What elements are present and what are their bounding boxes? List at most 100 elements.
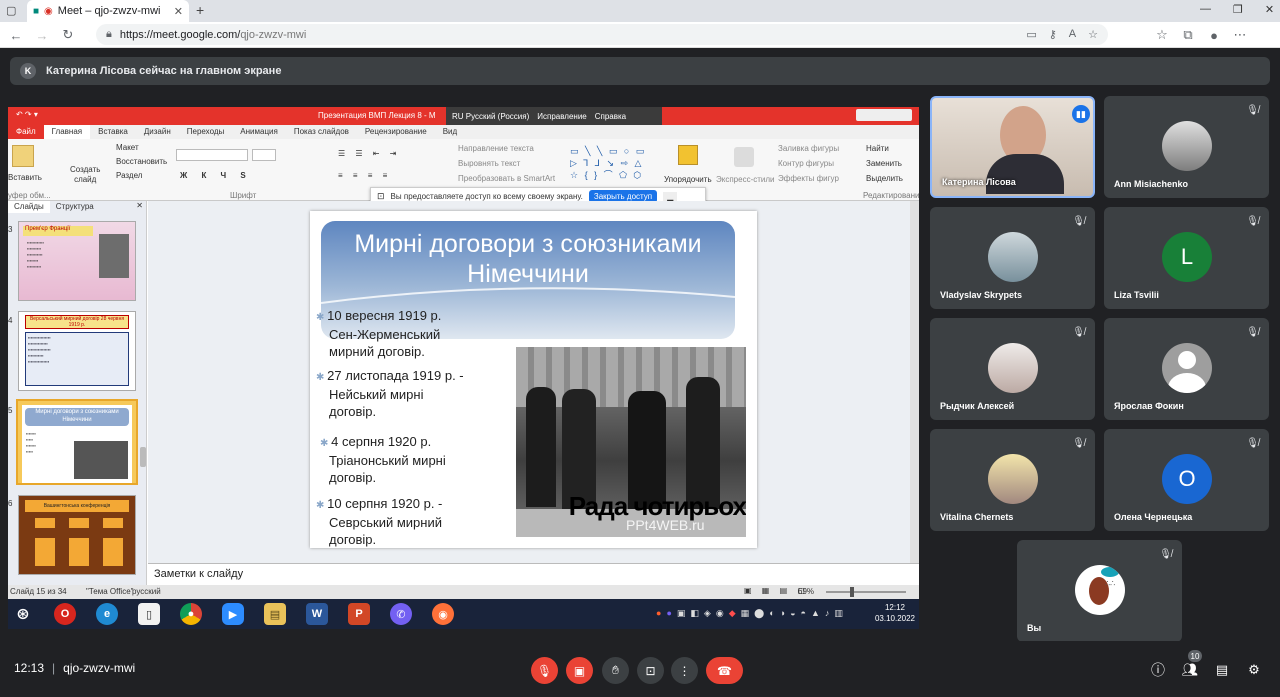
address-field[interactable]: 🔒︎ https://meet.google.com/qjo-zwzv-mwi … [96, 24, 1108, 45]
replace-button[interactable]: Заменить [866, 159, 902, 168]
taskbar-clock[interactable]: 12:12 03.10.2022 [874, 602, 916, 624]
restore-icon[interactable]: ❐ [1233, 3, 1243, 16]
participant-tile-speaking[interactable]: ▮▮ Катерина Лісова [930, 96, 1095, 198]
more-icon[interactable]: ⋯ [1230, 25, 1250, 45]
notes-field[interactable]: Заметки к слайду [148, 563, 919, 585]
mic-toggle-button[interactable]: 🎙︎ [531, 657, 558, 684]
zoom-level[interactable]: 69% [798, 587, 814, 596]
more-options-button[interactable]: ⋮ [671, 657, 698, 684]
tab-animation[interactable]: Анимация [232, 125, 286, 139]
camera-toggle-button[interactable]: ▣ [566, 657, 593, 684]
shape-outline-button[interactable]: Контур фигуры [778, 159, 834, 168]
minimize-notice-icon[interactable]: ▁ [663, 191, 678, 201]
smartart-button[interactable]: Преобразовать в SmartArt [458, 174, 555, 183]
participant-tile[interactable]: 🎙︎̸ Рыдчик Алексей [930, 318, 1095, 420]
powerpoint-icon[interactable]: P [348, 603, 370, 625]
explorer-icon[interactable]: ▤ [264, 603, 286, 625]
shape-effects-button[interactable]: Эффекты фигур [778, 174, 839, 183]
paragraph-icons[interactable]: ☰ ☰ ⇤ ⇥ [338, 149, 400, 158]
pane-scrollbar[interactable] [140, 447, 146, 467]
read-aloud-icon[interactable]: A [1069, 28, 1076, 41]
text-direction-button[interactable]: Направление текста [458, 144, 534, 153]
section-button[interactable]: Раздел [116, 171, 142, 180]
edge-icon[interactable]: e [96, 603, 118, 625]
profile-icon[interactable]: ● [1204, 25, 1224, 45]
people-icon[interactable]: 👥︎ [1180, 660, 1200, 680]
meeting-info-icon[interactable]: ⓘ [1148, 660, 1168, 680]
pane-close-icon[interactable]: ✕ [136, 201, 147, 213]
slides-tab[interactable]: Слайды [8, 201, 50, 213]
firefox-icon[interactable]: ◉ [432, 603, 454, 625]
font-format-icons[interactable]: Ж К Ч S [180, 171, 252, 180]
layout-button[interactable]: Макет [116, 143, 139, 152]
forward-icon[interactable]: → [32, 25, 52, 45]
tab-actions-icon[interactable]: ▢ [6, 4, 16, 17]
slide-thumbnail-4[interactable]: Версальський мирний договір 28 червня 19… [18, 311, 136, 391]
zoom-slider-handle[interactable] [850, 587, 854, 597]
back-icon[interactable]: ← [6, 25, 26, 45]
font-name-field[interactable] [176, 149, 248, 161]
tab-home[interactable]: Главная [43, 125, 91, 139]
participant-tile[interactable]: 🎙︎̸ O Олена Чернецька [1104, 429, 1269, 531]
participant-tile[interactable]: 🎙︎̸ Ярослав Фокин [1104, 318, 1269, 420]
viber-icon[interactable]: ✆ [390, 603, 412, 625]
align-icons[interactable]: ≡ ≡ ≡ ≡ [338, 171, 391, 180]
participant-tile[interactable]: 🎙︎̸ Ann Misiachenko [1104, 96, 1269, 198]
find-button[interactable]: Найти [866, 144, 889, 153]
tab-review[interactable]: Рецензирование [357, 125, 435, 139]
select-button[interactable]: Выделить [866, 174, 903, 183]
participant-tile[interactable]: 🎙︎̸ Vladyslav Skrypets [930, 207, 1095, 309]
workarea-scrollbar[interactable] [910, 201, 919, 563]
chat-icon[interactable]: ▤ [1212, 660, 1232, 680]
collections-icon[interactable]: ⧉ [1178, 25, 1198, 45]
quick-access-icons[interactable]: ↶ ↷ ▾ [16, 110, 38, 119]
raise-hand-button[interactable]: ✋︎ [602, 657, 629, 684]
favorites-icon[interactable]: ☆ [1152, 25, 1172, 45]
activities-icon[interactable]: ⚙︎ [1244, 660, 1264, 680]
present-button[interactable]: ⊡ [637, 657, 664, 684]
language-indicator[interactable]: RU Русский (Россия) [452, 112, 529, 121]
shape-fill-button[interactable]: Заливка фигуры [778, 144, 839, 153]
new-tab-button[interactable]: + [196, 2, 204, 18]
help-button[interactable]: Справка [595, 112, 626, 121]
file-icon[interactable]: ▯ [138, 603, 160, 625]
fix-button[interactable]: Исправление [537, 112, 587, 121]
key-icon[interactable]: ⚷ [1049, 28, 1057, 41]
reset-button[interactable]: Восстановить [116, 157, 167, 166]
align-text-button[interactable]: Выровнять текст [458, 159, 520, 168]
leave-call-button[interactable]: ☎︎ [706, 657, 743, 684]
tab-transitions[interactable]: Переходы [179, 125, 233, 139]
tray-icons[interactable]: ● ● ▣ ◧ ◈ ◉ ◆ ▦ ⬤ ◐ ◑ ◒ ◓ ▲ ♪ ▥ [656, 608, 843, 619]
paste-button[interactable]: Вставить [8, 173, 42, 182]
word-icon[interactable]: W [306, 603, 328, 625]
tab-file[interactable]: Файл [8, 125, 44, 139]
participant-tile[interactable]: 🎙︎̸ Vitalina Chernets [930, 429, 1095, 531]
quick-styles-button[interactable]: Экспресс-стили [716, 175, 775, 184]
chrome-icon[interactable]: ● [180, 603, 202, 625]
participant-tile[interactable]: 🎙︎̸ L Liza Tsvilii [1104, 207, 1269, 309]
shapes-gallery[interactable]: ▭ ╲ ╲ ▭ ○ ▭ ▷ ⅂ ⅃ ↘ ⇨ △ ☆ { } ⌒ ⬠ ⬡ [570, 145, 662, 181]
tab-view[interactable]: Вид [435, 125, 465, 139]
arrange-button[interactable]: Упорядочить [664, 175, 712, 184]
close-window-icon[interactable]: ✕ [1265, 3, 1274, 16]
tab-slideshow[interactable]: Показ слайдов [286, 125, 357, 139]
zoom-slider[interactable] [826, 591, 906, 593]
slide-thumbnail-6[interactable]: Вашингтонська конференція [18, 495, 136, 575]
participant-tile-self[interactable]: 🎙︎̸ ∴∴ Вы [1017, 540, 1182, 642]
opera-icon[interactable]: O [54, 603, 76, 625]
outline-tab[interactable]: Структура [50, 201, 100, 213]
tab-insert[interactable]: Вставка [90, 125, 136, 139]
tab-design[interactable]: Дизайн [136, 125, 179, 139]
zoom-app-icon[interactable]: ▶ [222, 603, 244, 625]
browser-tab[interactable]: ■ ◉ Meet – qjo-zwzv-mwi ✕ [27, 0, 189, 22]
font-size-field[interactable] [252, 149, 276, 161]
slide-thumbnail-3[interactable]: Прем'єр Франції ▪▪▪▪▪▪▪▪▪▪▪▪ ▪▪▪▪▪▪▪▪▪▪ ▪▪… [18, 221, 136, 301]
tab-close-icon[interactable]: ✕ [174, 5, 183, 18]
star-icon[interactable]: ☆ [1088, 28, 1098, 41]
minimize-icon[interactable]: — [1200, 3, 1211, 16]
reload-icon[interactable]: ↻ [58, 25, 78, 45]
slide-thumbnail-5-selected[interactable]: Мирні договори з союзниками Німеччини ▪▪… [16, 399, 138, 485]
camera-permission-icon[interactable]: ▭ [1026, 28, 1036, 41]
start-icon[interactable]: ⊛ [12, 603, 34, 625]
new-slide-button[interactable]: Создать слайд [70, 165, 100, 185]
